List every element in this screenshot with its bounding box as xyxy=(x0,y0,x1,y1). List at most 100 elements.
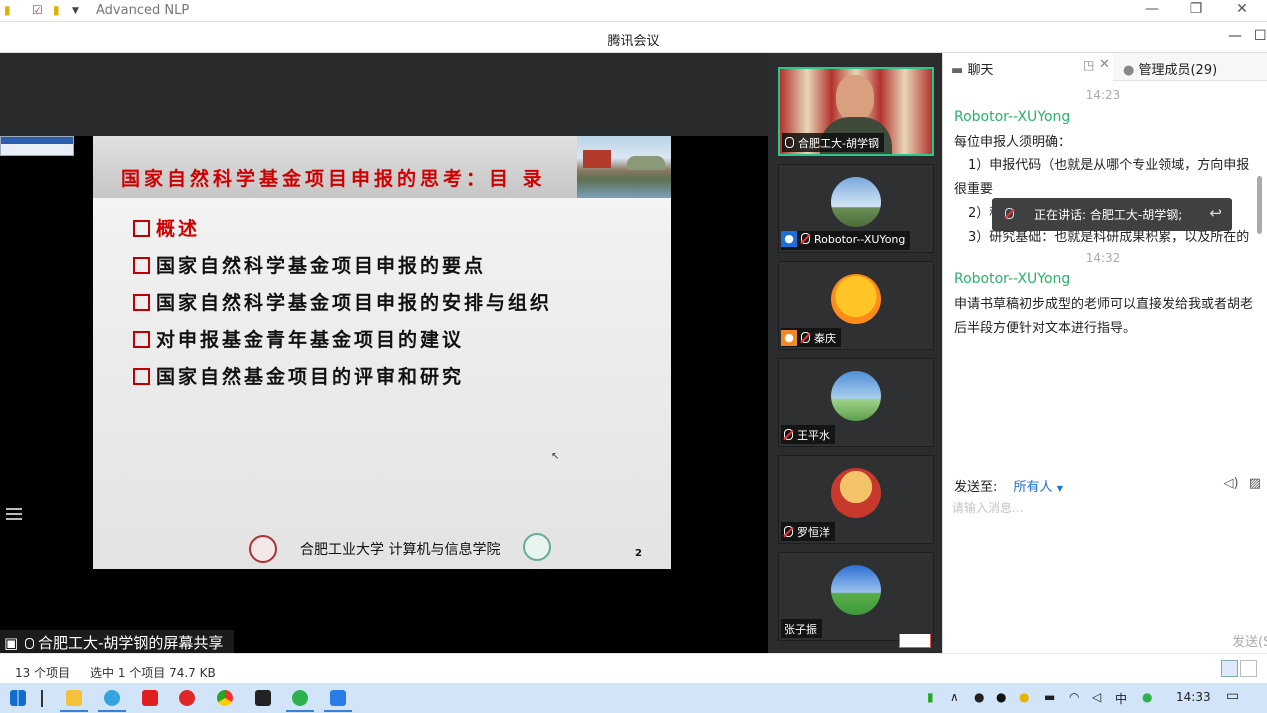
video-tile[interactable]: 王平水 xyxy=(778,358,934,447)
volume-icon[interactable]: ◁ xyxy=(1092,690,1101,704)
reply-icon[interactable]: ↩ xyxy=(1209,204,1222,222)
screen-share-label: ▣ 合肥工大-胡学钢的屏幕共享 xyxy=(0,630,234,653)
speaker-face xyxy=(836,75,874,121)
checkbox-bullet-icon xyxy=(133,368,150,385)
chat-scrollbar[interactable] xyxy=(1257,176,1262,234)
app-icon[interactable] xyxy=(179,690,195,706)
chat-tools: ◁) ▨ xyxy=(1223,476,1261,491)
slide-footer: 合肥工业大学 计算机与信息学院 xyxy=(300,542,501,558)
participant-avatar xyxy=(831,177,881,227)
taskbar-clock[interactable]: 14:33 xyxy=(1176,690,1211,704)
meeting-minimize-button[interactable]: — xyxy=(1228,28,1242,44)
slide-item: 国家自然科学基金项目申报的要点 xyxy=(133,251,486,278)
app-icon[interactable] xyxy=(255,690,271,706)
video-tile[interactable]: 合肥工大-胡学钢 xyxy=(778,67,934,156)
chat-tabs: ▬ 聊天 ◳ ✕ ● 管理成员(29) xyxy=(943,53,1267,81)
qq-icon[interactable]: ● xyxy=(996,690,1006,704)
app-icon[interactable] xyxy=(142,690,158,706)
mic-muted-icon xyxy=(784,429,793,440)
explorer-minimize-button[interactable]: — xyxy=(1142,1,1162,17)
ie-browser-icon[interactable] xyxy=(98,690,126,712)
file-explorer-icon[interactable] xyxy=(60,690,88,712)
list-icon[interactable] xyxy=(6,505,22,523)
tray-app-icon[interactable]: ● xyxy=(1019,690,1029,704)
video-tile[interactable]: 张子振 xyxy=(778,552,934,641)
video-tile[interactable]: 罗恒洋 xyxy=(778,455,934,544)
message-line: 每位申报人须明确： xyxy=(954,135,1072,150)
ime-indicator[interactable]: 中 xyxy=(1115,690,1127,707)
windows-start-icon[interactable] xyxy=(10,690,26,706)
send-to-row: 发送至: 所有人 ▼ xyxy=(954,480,1063,495)
chat-message-list[interactable]: 14:23 Robotor--XUYong 每位申报人须明确： 1）申报代码（也… xyxy=(943,81,1263,476)
chrome-icon[interactable] xyxy=(217,690,233,706)
checkbox-bullet-icon xyxy=(133,331,150,348)
mini-toolbar xyxy=(0,136,74,156)
school-logo xyxy=(523,533,551,561)
message-line: 后半段方便针对文本进行指导。 xyxy=(954,321,1137,336)
message-line: 申请书草稿初步成型的老师可以直接发给我或者胡老 xyxy=(954,297,1254,312)
close-chat-icon[interactable]: ✕ xyxy=(1099,57,1110,72)
screen: ▮ ☑ ▮ ▼ Advanced NLP — ❐ ✕ 腾讯会议 — ☐ 国家自然… xyxy=(0,0,1267,713)
members-icon: ● xyxy=(1123,63,1135,78)
share-screen-icon: ▣ xyxy=(4,634,19,652)
wifi-icon[interactable]: ◠ xyxy=(1069,690,1079,704)
chat-icon: ▬ xyxy=(951,63,964,78)
items-count: 13 个项目 xyxy=(15,666,71,680)
user-icon: ● xyxy=(781,330,797,346)
message-sender: Robotor--XUYong xyxy=(954,109,1071,125)
explorer-title: Advanced NLP xyxy=(96,3,190,18)
send-button[interactable]: 发送(S xyxy=(1232,631,1267,650)
message-timestamp: 14:23 xyxy=(1085,88,1121,102)
slide-page-number: 2 xyxy=(635,548,642,559)
tray-expand-icon[interactable]: ∧ xyxy=(950,690,959,704)
checkbox-bullet-icon xyxy=(133,220,150,237)
large-icons-view-icon[interactable] xyxy=(1240,660,1257,677)
explorer-titlebar: ▮ ☑ ▮ ▼ Advanced NLP — ❐ ✕ xyxy=(0,0,1267,22)
share-top-band xyxy=(0,53,768,136)
tray-mic-icon[interactable]: ● xyxy=(974,690,984,704)
participant-name-tag: ● Robotor--XUYong xyxy=(781,231,911,250)
message-timestamp: 14:32 xyxy=(1085,251,1121,265)
chat-message-input[interactable] xyxy=(952,498,1252,518)
campus-photo xyxy=(577,136,671,198)
slide-item: 对申报基金青年基金项目的建议 xyxy=(133,325,464,352)
explorer-close-button[interactable]: ✕ xyxy=(1232,1,1252,17)
participant-avatar xyxy=(831,371,881,421)
send-to-dropdown[interactable]: 所有人 ▼ xyxy=(1014,480,1063,495)
video-tile[interactable]: ● 秦庆 xyxy=(778,261,934,350)
battery-icon[interactable]: ▮ xyxy=(927,690,934,704)
quick-access-dropdown-icon[interactable]: ▼ xyxy=(72,6,79,16)
new-folder-icon[interactable]: ▮ xyxy=(53,3,60,17)
speaker-icon[interactable]: ◁) xyxy=(1223,476,1238,491)
explorer-status-bar: 13 个项目 选中 1 个项目 74.7 KB xyxy=(0,653,1267,683)
user-icon: ● xyxy=(781,231,797,247)
tencent-meeting-icon[interactable] xyxy=(324,690,352,712)
details-view-icon[interactable] xyxy=(1221,660,1238,677)
explorer-restore-button[interactable]: ❐ xyxy=(1186,1,1206,17)
message-line: 1）申报代码（也就是从哪个专业领域，方向申报 xyxy=(968,158,1250,173)
popout-icon[interactable]: ◳ xyxy=(1083,58,1094,72)
task-view-icon[interactable] xyxy=(41,690,43,707)
image-icon[interactable]: ▨ xyxy=(1249,476,1261,491)
properties-icon[interactable]: ☑ xyxy=(32,3,43,17)
cursor-icon: ↖ xyxy=(551,451,560,462)
tray-app-icon[interactable]: ▬ xyxy=(1044,690,1055,704)
mic-icon xyxy=(785,137,794,148)
mic-muted-icon xyxy=(801,332,810,343)
video-tile[interactable]: ● Robotor--XUYong xyxy=(778,164,934,253)
meeting-maximize-button[interactable]: ☐ xyxy=(1254,28,1267,44)
notification-icon[interactable]: ▭ xyxy=(1226,688,1239,704)
mic-icon xyxy=(24,638,34,649)
participant-name-tag: ● 秦庆 xyxy=(781,328,841,347)
mic-muted-icon xyxy=(801,233,810,244)
tab-chat[interactable]: ▬ 聊天 ◳ ✕ xyxy=(943,53,1113,81)
taskbar: ▮ ∧ ● ● ● ▬ ◠ ◁ 中 ● 14:33 ▭ xyxy=(0,683,1267,713)
mic-muted-icon xyxy=(784,526,793,537)
wechat-icon[interactable] xyxy=(286,690,314,712)
tray-app-icon[interactable]: ● xyxy=(1142,690,1152,704)
message-sender: Robotor--XUYong xyxy=(954,271,1071,287)
video-panel[interactable]: 合肥工大-胡学钢 ● Robotor--XUYong ● 秦庆 王平水 罗恒洋 张子… xyxy=(768,53,942,653)
tab-members[interactable]: ● 管理成员(29) xyxy=(1115,53,1217,81)
folder-icon: ▮ xyxy=(4,3,11,17)
presentation-slide: 国家自然科学基金项目申报的思考：目 录 概述 国家自然科学基金项目申报的要点 国… xyxy=(93,136,671,569)
